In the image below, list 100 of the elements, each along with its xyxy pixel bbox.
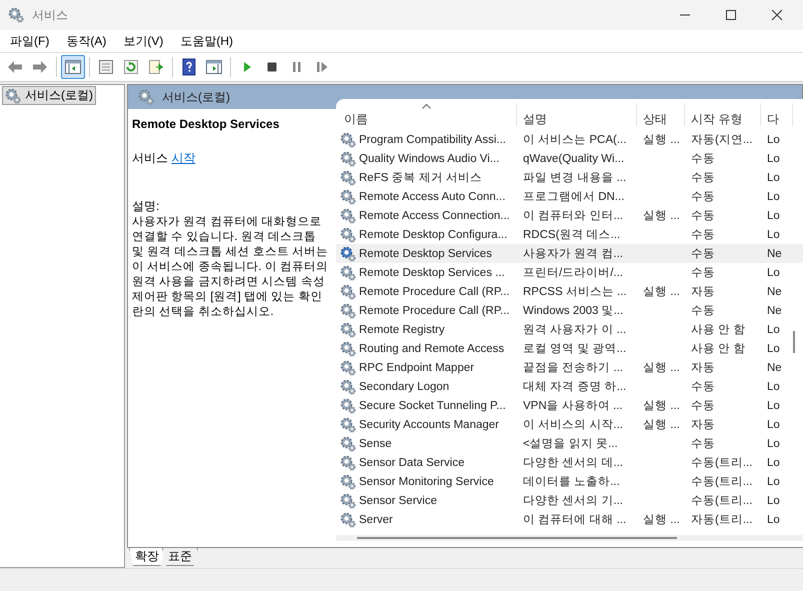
table-cell-text: 수동 — [691, 152, 715, 166]
column-header[interactable]: 상태 — [637, 103, 685, 126]
table-cell: Lo — [767, 418, 780, 430]
service-row[interactable]: Remote Desktop Services ... 프린터/드라이버/... 수동 Lo — [336, 263, 803, 282]
table-cell: Secure Socket Tunneling P... — [359, 400, 506, 412]
table-cell-text: 원격 사용자가 이 ... — [523, 323, 626, 337]
toolbar-tree-icon[interactable] — [61, 55, 85, 79]
service-row[interactable]: Remote Access Connection... 이 컴퓨터와 인터... 실행 ... 수동 Lo — [336, 206, 803, 225]
view-tab[interactable]: 표준 — [162, 548, 198, 566]
service-row[interactable]: Program Compatibility Assi... 이 서비스는 PCA(... 실행 ... 자동(지연... Lo — [336, 130, 803, 149]
service-row[interactable]: Secure Socket Tunneling P... VPN을 사용하여 ... 실행 ... 수동 Lo — [336, 396, 803, 415]
service-gear-icon — [340, 474, 356, 490]
service-row[interactable]: Remote Procedure Call (RP... RPCSS 서비스는 ... 실행 ... 자동 Ne — [336, 282, 803, 301]
table-cell-text: 수동 — [691, 266, 715, 280]
service-row[interactable]: Remote Access Auto Conn... 프로그램에서 DN... 수동 Lo — [336, 187, 803, 206]
service-gear-icon — [340, 340, 356, 356]
table-cell-text: 수동(트리... — [691, 456, 752, 470]
service-gear-icon — [340, 454, 356, 470]
table-cell-text: RPCSS 서비스는 ... — [523, 285, 627, 299]
description-label: 설명: — [132, 198, 160, 215]
service-gear-icon — [340, 170, 356, 186]
table-cell: Remote Procedure Call (RP... — [359, 304, 510, 316]
table-cell: Lo — [767, 380, 780, 392]
service-row[interactable]: Remote Desktop Services 사용자가 원격 컴... 수동 Ne — [336, 244, 803, 263]
service-row[interactable]: RPC Endpoint Mapper 끝점을 전송하기 ... 실행 ... 자동 Ne — [336, 358, 803, 377]
close-icon[interactable] — [771, 9, 783, 21]
table-cell: Ne — [767, 248, 782, 260]
table-cell-text: 끝점을 전송하기 ... — [523, 361, 623, 375]
table-cell-text: 수동 — [691, 171, 715, 185]
gear-icon — [5, 88, 21, 104]
menu-item[interactable]: 보기(V) — [117, 32, 170, 50]
column-header[interactable]: 이름 — [336, 103, 517, 126]
service-gear-icon — [340, 226, 356, 242]
table-cell-text: 대체 자격 증명 하... — [523, 380, 626, 394]
maximize-icon[interactable] — [725, 9, 737, 21]
app-gear-icon — [8, 7, 24, 23]
menu-item[interactable]: 파일(F) — [4, 32, 56, 50]
column-header[interactable]: 다 — [761, 103, 793, 126]
column-header[interactable]: 설명 — [517, 103, 637, 126]
table-cell: Remote Desktop Services — [359, 248, 492, 260]
start-link[interactable]: 시작 — [171, 151, 196, 165]
table-cell: qWave(Quality Wi... — [523, 152, 624, 164]
menu-item[interactable]: 도움말(H) — [174, 32, 239, 50]
service-row[interactable]: Sense <설명을 읽지 못... 수동 Lo — [336, 434, 803, 453]
table-cell: Lo — [767, 172, 780, 184]
service-row[interactable]: Secondary Logon 대체 자격 증명 하... 수동 Lo — [336, 377, 803, 396]
table-cell: Lo — [767, 400, 780, 412]
table-cell: Remote Desktop Configura... — [359, 228, 508, 240]
service-row[interactable]: ReFS 중복 제거 서비스 파일 변경 내용을 ... 수동 Lo — [336, 168, 803, 187]
table-cell-text: 수동 — [691, 247, 715, 261]
column-header[interactable]: 시작 유형 — [685, 103, 761, 126]
table-cell-text: 자동 — [691, 361, 715, 375]
service-gear-icon — [340, 416, 356, 432]
tree-item[interactable]: 서비스(로컬) — [2, 86, 96, 105]
service-gear-icon — [340, 132, 356, 148]
service-row[interactable]: Quality Windows Audio Vi... qWave(Quality Wi... 수동 Lo — [336, 149, 803, 168]
table-cell: Ne — [767, 286, 782, 298]
table-cell-text: 이 컴퓨터와 인터... — [523, 209, 623, 223]
scrollbar-thumb[interactable] — [357, 537, 677, 539]
table-cell-text: 사용 안 함 — [691, 342, 746, 356]
service-gear-icon — [340, 512, 356, 528]
service-row[interactable]: Remote Procedure Call (RP... Windows 2003 및... 수동 Ne — [336, 301, 803, 320]
table-cell-text: 이 서비스의 시작... — [523, 418, 623, 432]
service-row[interactable]: Security Accounts Manager 이 서비스의 시작... 실행 ... 자동 Lo — [336, 415, 803, 434]
table-cell: Remote Procedure Call (RP... — [359, 286, 510, 298]
table-cell-text: 수동 — [691, 304, 715, 318]
table-cell: Secondary Logon — [359, 380, 450, 392]
service-gear-icon — [340, 360, 356, 376]
table-cell: Remote Desktop Services ... — [359, 266, 505, 278]
menu-item[interactable]: 동작(A) — [60, 32, 112, 50]
view-tab[interactable]: 확장 — [129, 548, 165, 566]
service-gear-icon — [340, 284, 356, 300]
table-cell-text: 프로그램에서 DN... — [523, 190, 624, 204]
scrollbar-thumb[interactable] — [793, 331, 795, 353]
table-cell: Lo — [767, 324, 780, 336]
table-cell-text: 로컬 영역 및 광역... — [523, 342, 626, 356]
service-name: Remote Desktop Services — [132, 117, 280, 131]
table-cell: Ne — [767, 304, 782, 316]
table-cell: Ne — [767, 362, 782, 374]
table-cell-text: 사용 안 함 — [691, 323, 746, 337]
service-row[interactable]: Sensor Service 다양한 센서의 기... 수동(트리... Lo — [336, 491, 803, 510]
service-row[interactable]: Remote Registry 원격 사용자가 이 ... 사용 안 함 Lo — [336, 320, 803, 339]
table-cell-text: 수동 — [691, 190, 715, 204]
table-cell-text: Windows 2003 및... — [523, 304, 624, 318]
service-row[interactable]: Remote Desktop Configura... RDCS(원격 데스... 수동 Lo — [336, 225, 803, 244]
service-row[interactable]: Sensor Monitoring Service 데이터를 노출하... 수동(트리... Lo — [336, 472, 803, 491]
table-cell: Lo — [767, 134, 780, 146]
table-cell: Sensor Monitoring Service — [359, 476, 494, 488]
table-cell-text: 실행 ... — [643, 133, 680, 147]
gear-icon — [138, 89, 154, 105]
service-row[interactable]: Routing and Remote Access 로컬 영역 및 광역... 사용 안 함 Lo — [336, 339, 803, 358]
table-cell-text: 자동(트리... — [691, 513, 752, 527]
service-gear-icon — [340, 188, 356, 204]
table-cell-text: 자동(지연... — [691, 133, 752, 147]
service-row[interactable]: Sensor Data Service 다양한 센서의 데... 수동(트리... Lo — [336, 453, 803, 472]
table-cell-text: 실행 ... — [643, 209, 680, 223]
table-cell: Remote Registry — [359, 324, 445, 336]
table-cell-text: 자동 — [691, 418, 715, 432]
table-cell-text: 실행 ... — [643, 399, 680, 413]
service-row[interactable]: Server 이 컴퓨터에 대해 ... 실행 ... 자동(트리... Lo — [336, 510, 803, 529]
